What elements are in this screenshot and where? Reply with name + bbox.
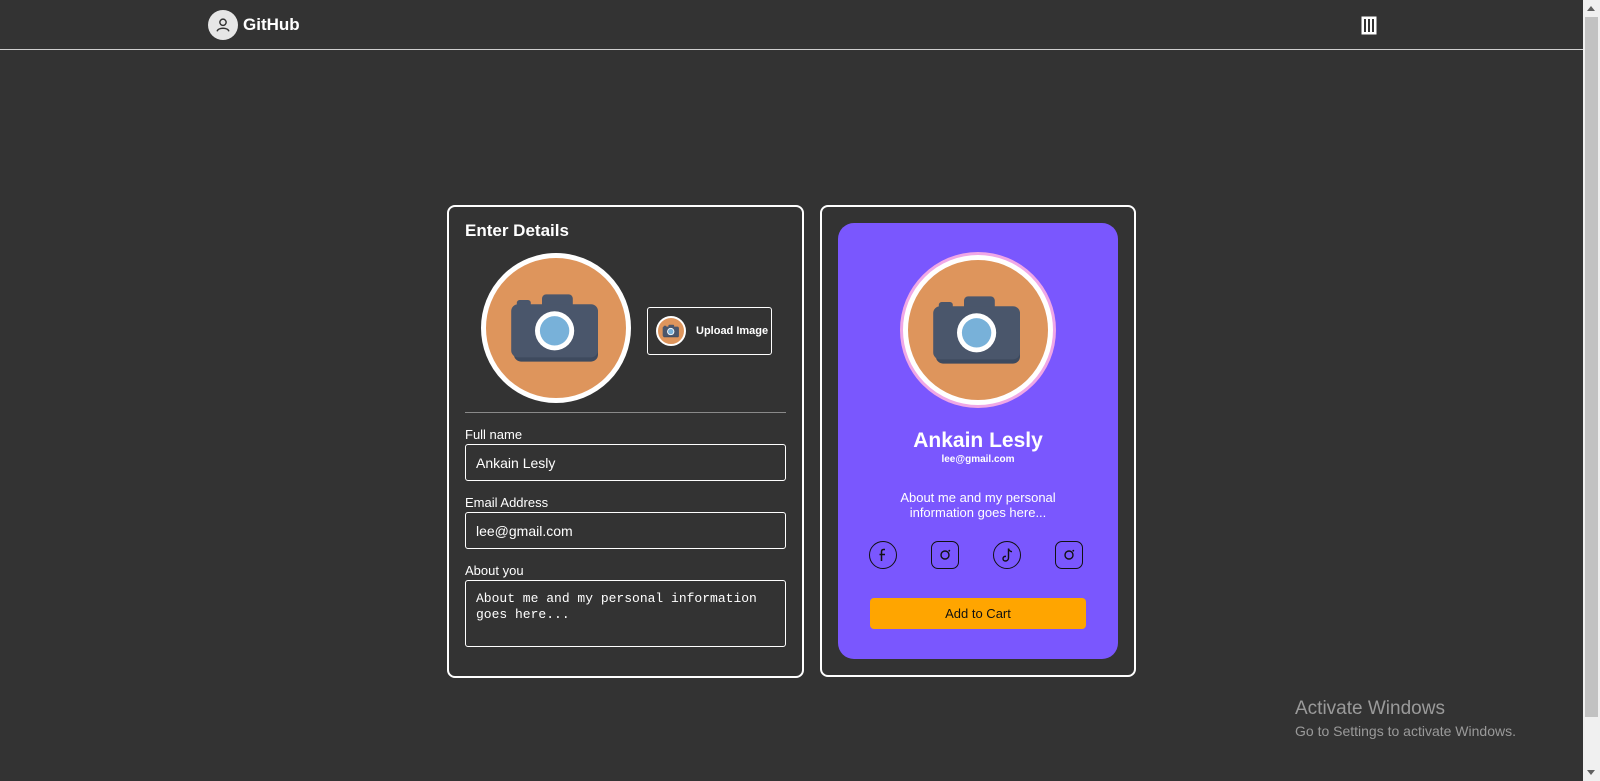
card-profile-photo (903, 255, 1053, 405)
camera-icon (656, 316, 686, 346)
profile-card: Ankain Lesly lee@gmail.com About me and … (838, 223, 1118, 659)
activate-windows-watermark: Activate Windows Go to Settings to activ… (1295, 698, 1516, 739)
instagram-icon[interactable] (931, 541, 959, 569)
social-links (869, 541, 1089, 573)
instagram-icon[interactable] (1055, 541, 1083, 569)
form-title: Enter Details (465, 221, 569, 240)
camera-icon (486, 258, 626, 398)
brand-name: GitHub (243, 15, 300, 34)
upload-image-label: Upload Image (696, 325, 769, 337)
about-textarea[interactable]: About me and my personal information goe… (465, 580, 786, 647)
tiktok-icon[interactable] (993, 541, 1021, 569)
about-label: About you (465, 563, 524, 578)
watermark-subtitle: Go to Settings to activate Windows. (1295, 723, 1516, 739)
full-name-label: Full name (465, 427, 523, 442)
details-form-panel: Enter Details Upload Image Full name Ema… (447, 205, 804, 678)
divider (465, 412, 786, 413)
top-navbar: GitHub (0, 0, 1583, 50)
email-input[interactable] (465, 512, 786, 549)
brand-link[interactable]: GitHub (208, 10, 300, 40)
full-name-input[interactable] (465, 444, 786, 481)
email-label: Email Address (465, 495, 549, 510)
card-about: About me and my personal information goe… (900, 490, 1056, 520)
scroll-down-arrow-icon[interactable] (1587, 770, 1595, 775)
scrollbar-thumb[interactable] (1585, 17, 1598, 717)
vertical-scrollbar[interactable] (1583, 0, 1600, 781)
watermark-title: Activate Windows (1295, 698, 1445, 719)
facebook-icon[interactable] (869, 541, 897, 569)
camera-icon (908, 260, 1048, 400)
profile-photo (481, 253, 631, 403)
scroll-up-arrow-icon[interactable] (1587, 6, 1595, 11)
card-email: lee@gmail.com (941, 454, 1015, 465)
add-to-cart-button[interactable]: Add to Cart (870, 598, 1086, 629)
user-icon (208, 10, 238, 40)
upload-image-button[interactable]: Upload Image (647, 307, 772, 355)
columns-icon[interactable] (1361, 16, 1377, 35)
card-name: Ankain Lesly (913, 429, 1043, 452)
profile-preview-panel: Ankain Lesly lee@gmail.com About me and … (820, 205, 1136, 677)
